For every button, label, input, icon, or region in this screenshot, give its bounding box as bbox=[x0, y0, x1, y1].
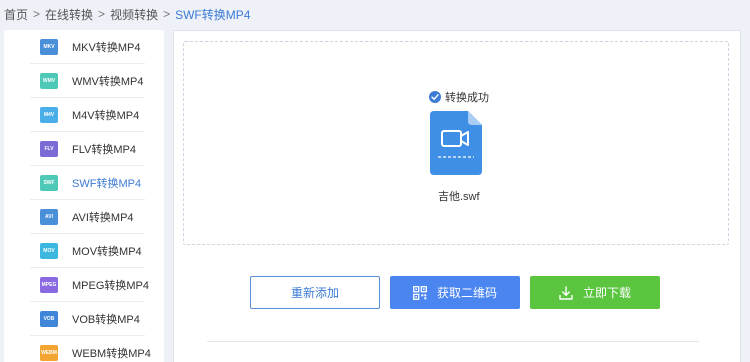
mov-file-icon: MOV bbox=[40, 242, 58, 259]
success-check-icon bbox=[429, 91, 441, 103]
download-icon bbox=[559, 285, 573, 300]
m4v-file-icon: M4V bbox=[40, 106, 58, 123]
breadcrumb: 首页 > 在线转换 > 视频转换 > SWF转换MP4 bbox=[4, 6, 250, 22]
sidebar-item-swf-to-mp4[interactable]: SWF SWF转换MP4 bbox=[30, 166, 145, 200]
breadcrumb-current: SWF转换MP4 bbox=[175, 7, 251, 22]
re-add-label: 重新添加 bbox=[290, 286, 339, 300]
sidebar-item-webm-to-mp4[interactable]: WEBM WEBM转换MP4 bbox=[30, 336, 151, 362]
status-text: 转换成功 bbox=[445, 92, 489, 104]
sidebar-item-label: MKV转换MP4 bbox=[72, 41, 141, 54]
qr-code-icon bbox=[413, 285, 427, 300]
sidebar-item-flv-to-mp4[interactable]: FLV FLV转换MP4 bbox=[30, 132, 145, 166]
main-panel: 转换成功 吉他.swf 重新添加 获取二维码 立即下载 bbox=[173, 30, 741, 362]
sidebar-item-mkv-to-mp4[interactable]: MKV MKV转换MP4 bbox=[30, 30, 145, 64]
vob-file-icon: VOB bbox=[40, 310, 58, 327]
file-name: 吉他.swf bbox=[438, 191, 480, 203]
sidebar-item-label: VOB转换MP4 bbox=[72, 313, 140, 326]
conversion-status: 转换成功 bbox=[429, 89, 489, 105]
breadcrumb-video-convert[interactable]: 视频转换 bbox=[110, 6, 158, 23]
get-qr-code-button[interactable]: 获取二维码 bbox=[390, 276, 520, 309]
sidebar-item-vob-to-mp4[interactable]: VOB VOB转换MP4 bbox=[30, 302, 145, 336]
download-button[interactable]: 立即下载 bbox=[530, 276, 660, 309]
breadcrumb-online-convert[interactable]: 在线转换 bbox=[45, 6, 93, 23]
sidebar-list: MKV MKV转换MP4 WMV WMV转换MP4 M4V M4V转换MP4 FLV FLV转… bbox=[30, 30, 151, 362]
swf-file-icon: SWF bbox=[40, 174, 58, 191]
sidebar-item-mov-to-mp4[interactable]: MOV MOV转换MP4 bbox=[30, 234, 145, 268]
breadcrumb-home[interactable]: 首页 bbox=[4, 6, 28, 23]
file-dropzone[interactable]: 转换成功 吉他.swf bbox=[183, 41, 729, 245]
video-file-icon bbox=[430, 111, 482, 175]
breadcrumb-separator: > bbox=[98, 7, 106, 21]
sidebar-item-m4v-to-mp4[interactable]: M4V M4V转换MP4 bbox=[30, 98, 145, 132]
sidebar-item-label: SWF转换MP4 bbox=[72, 177, 142, 190]
mpeg-file-icon: MPEG bbox=[40, 276, 58, 293]
wmv-file-icon: WMV bbox=[40, 72, 58, 89]
download-label: 立即下载 bbox=[582, 286, 631, 300]
sidebar: MKV MKV转换MP4 WMV WMV转换MP4 M4V M4V转换MP4 FLV FLV转… bbox=[4, 30, 164, 362]
get-qr-code-label: 获取二维码 bbox=[436, 286, 497, 300]
sidebar-item-label: FLV转换MP4 bbox=[72, 143, 136, 156]
sidebar-item-label: WEBM转换MP4 bbox=[72, 347, 151, 360]
avi-file-icon: AVI bbox=[40, 208, 58, 225]
sidebar-item-label: M4V转换MP4 bbox=[72, 109, 140, 122]
sidebar-item-label: AVI转换MP4 bbox=[72, 211, 134, 224]
re-add-button[interactable]: 重新添加 bbox=[250, 276, 380, 309]
sidebar-item-label: WMV转换MP4 bbox=[72, 75, 144, 88]
sidebar-item-label: MOV转换MP4 bbox=[72, 245, 142, 258]
sidebar-item-label: MPEG转换MP4 bbox=[72, 279, 150, 292]
sidebar-item-wmv-to-mp4[interactable]: WMV WMV转换MP4 bbox=[30, 64, 145, 98]
sidebar-item-mpeg-to-mp4[interactable]: MPEG MPEG转换MP4 bbox=[30, 268, 149, 302]
breadcrumb-separator: > bbox=[163, 7, 171, 21]
sidebar-item-avi-to-mp4[interactable]: AVI AVI转换MP4 bbox=[30, 200, 145, 234]
mkv-file-icon: MKV bbox=[40, 38, 58, 55]
divider bbox=[207, 341, 699, 342]
webm-file-icon: WEBM bbox=[40, 344, 58, 361]
breadcrumb-separator: > bbox=[33, 7, 41, 21]
flv-file-icon: FLV bbox=[40, 140, 58, 157]
